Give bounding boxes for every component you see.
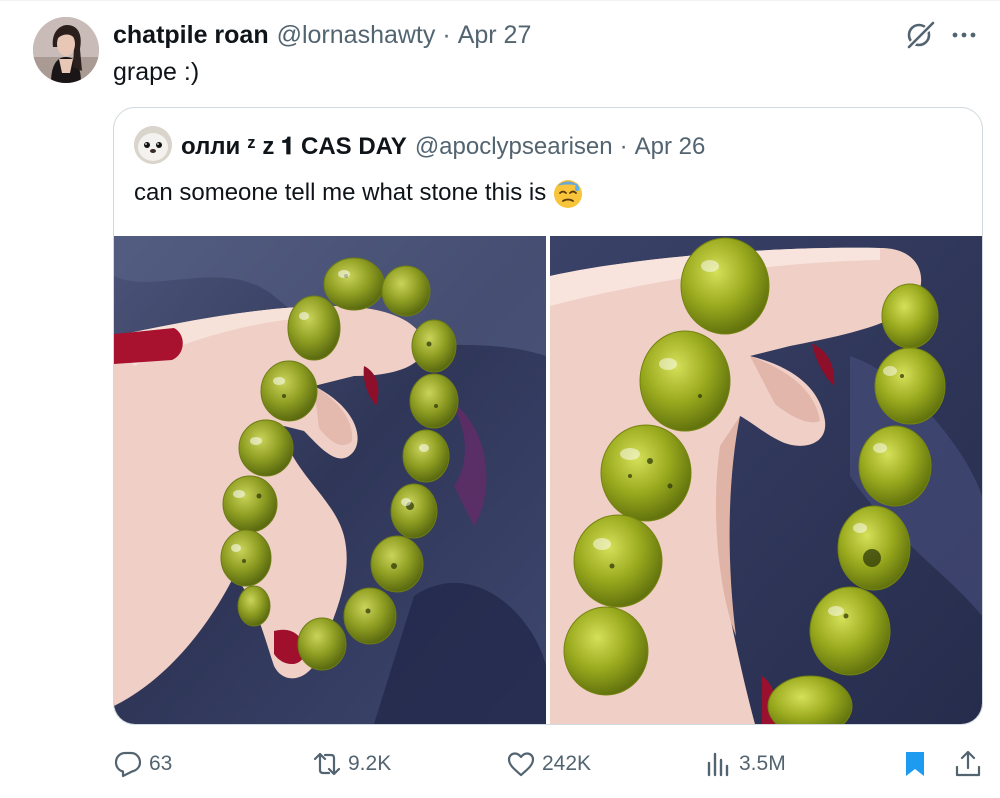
seal-avatar-image xyxy=(134,126,172,164)
bracelet-photo-right xyxy=(550,236,982,724)
avatar-image xyxy=(33,17,99,83)
like-button[interactable]: 242K xyxy=(506,742,591,786)
quoted-post[interactable]: олли ᶻ z 𝟏 CAS DAY @apoclypsearisen · Ap… xyxy=(113,107,983,725)
share-button[interactable] xyxy=(953,742,983,786)
bracelet-photo-left xyxy=(114,236,546,724)
quoted-author-name[interactable]: олли ᶻ z 𝟏 CAS DAY xyxy=(181,132,407,162)
share-icon xyxy=(955,750,981,777)
like-count: 242K xyxy=(542,752,592,775)
post-text: grape :) xyxy=(113,58,200,86)
quoted-header: олли ᶻ z 𝟏 CAS DAY @apoclypsearisen · Ap… xyxy=(181,132,705,162)
quoted-separator-dot: · xyxy=(619,133,628,160)
quoted-post-date[interactable]: Apr 26 xyxy=(635,132,706,162)
author-name[interactable]: chatpile roan xyxy=(113,20,269,50)
separator-dot: · xyxy=(442,21,451,49)
media-grid xyxy=(114,236,982,724)
quoted-avatar[interactable] xyxy=(134,126,172,164)
repost-count: 9.2K xyxy=(348,752,392,775)
views-icon xyxy=(707,752,729,777)
reply-icon xyxy=(114,751,142,778)
views-button[interactable]: 3.5M xyxy=(703,742,786,786)
quoted-text-line: can someone tell me what stone this is xyxy=(134,176,584,210)
photo-left[interactable] xyxy=(114,236,546,724)
repost-button[interactable]: 9.2K xyxy=(312,742,391,786)
views-count: 3.5M xyxy=(739,752,786,775)
repost-icon xyxy=(313,752,341,776)
top-divider xyxy=(0,0,1000,1)
author-handle[interactable]: @lornashawty xyxy=(277,20,436,50)
quoted-author-handle[interactable]: @apoclypsearisen xyxy=(415,132,613,162)
like-icon xyxy=(507,752,535,777)
reply-count: 63 xyxy=(149,752,173,775)
grok-icon[interactable] xyxy=(903,18,937,52)
reply-button[interactable]: 63 xyxy=(113,742,172,786)
action-bar: 63 9.2K 242K 3.5M xyxy=(113,742,981,786)
post-header: chatpile roan @lornashawty · Apr 27 xyxy=(113,20,531,50)
quoted-text: can someone tell me what stone this is xyxy=(134,179,547,206)
sweat-face-emoji-icon xyxy=(554,180,583,208)
post-date[interactable]: Apr 27 xyxy=(458,20,532,50)
bookmark-button[interactable] xyxy=(900,742,930,786)
bookmark-icon xyxy=(906,752,924,776)
more-icon[interactable] xyxy=(947,18,981,52)
avatar[interactable] xyxy=(33,17,99,83)
photo-right[interactable] xyxy=(550,236,982,724)
